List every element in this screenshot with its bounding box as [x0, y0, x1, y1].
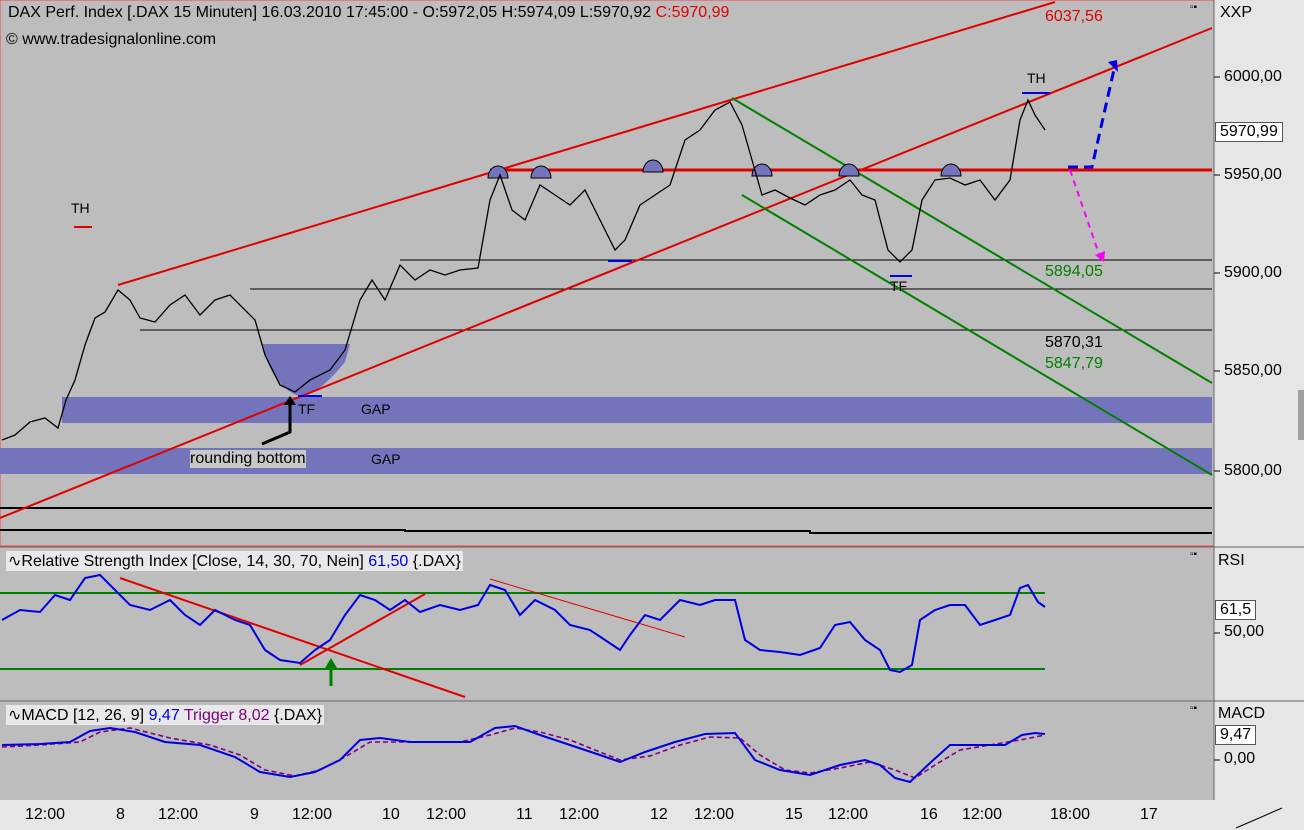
chart-title: DAX Perf. Index [.DAX 15 Minuten] 16.03.…: [8, 4, 730, 21]
y-tick: 5850,00: [1224, 362, 1282, 379]
macd-title: ∿MACD [12, 26, 9] 9,47 Trigger 8,02 {.DA…: [6, 705, 325, 725]
x-tick: 12:00: [292, 806, 333, 823]
x-tick: 12:00: [828, 806, 869, 823]
label-tf-right: TF: [890, 278, 908, 294]
label-gap-2: GAP: [371, 451, 401, 467]
price-axis-name: XXP: [1220, 4, 1253, 21]
x-tick: 9: [250, 806, 259, 823]
rsi-title: ∿Relative Strength Index [Close, 14, 30,…: [6, 551, 463, 571]
label-top-red: 6037,56: [1045, 8, 1103, 25]
rsi-axis-name: RSI: [1218, 552, 1245, 569]
rsi-tick: 50,00: [1224, 623, 1265, 640]
label-th-right: TH: [1027, 70, 1046, 86]
panel-resize-icon[interactable]: ▫▪: [1190, 549, 1197, 560]
y-tick: 5950,00: [1224, 166, 1282, 183]
label-tf-left: TF: [298, 401, 316, 417]
right-axis: [1214, 0, 1304, 800]
chart-window: { "header": { "title": "DAX Perf. Index …: [0, 0, 1304, 830]
x-tick: 15: [785, 806, 803, 823]
label-green-2: 5847,79: [1045, 355, 1103, 372]
x-tick: 10: [382, 806, 400, 823]
copyright-text: © www.tradesignalonline.com: [6, 31, 217, 48]
macd-axis-name: MACD: [1218, 705, 1266, 722]
y-tick: 5900,00: [1224, 264, 1282, 281]
panel-resize-icon[interactable]: ▫▪: [1190, 703, 1197, 714]
scrollbar[interactable]: [1298, 390, 1304, 440]
label-gap-1: GAP: [361, 401, 391, 417]
rsi-value-tag: 61,5: [1215, 600, 1257, 620]
label-green-1: 5894,05: [1045, 263, 1103, 280]
label-th-left: TH: [71, 200, 90, 216]
y-tick: 5800,00: [1224, 462, 1282, 479]
x-tick: 8: [116, 806, 125, 823]
label-black-1: 5870,31: [1045, 334, 1103, 351]
x-tick: 12:00: [962, 806, 1003, 823]
last-price-tag: 5970,99: [1215, 122, 1283, 142]
y-tick: 6000,00: [1224, 68, 1282, 85]
macd-tick: 0,00: [1224, 750, 1256, 767]
x-tick: 16: [920, 806, 938, 823]
panel-resize-icon[interactable]: ▫▪: [1190, 2, 1197, 13]
x-tick: 12: [650, 806, 668, 823]
gap-band-2: [0, 448, 1212, 474]
macd-value-tag: 9,47: [1215, 725, 1257, 745]
x-tick: 12:00: [158, 806, 199, 823]
label-rounding-bottom: rounding bottom: [190, 450, 306, 468]
x-tick: 18:00: [1050, 806, 1091, 823]
x-tick: 12:00: [25, 806, 66, 823]
x-tick: 11: [516, 806, 533, 823]
x-tick: 12:00: [426, 806, 467, 823]
x-tick: 12:00: [559, 806, 600, 823]
x-tick: 12:00: [694, 806, 735, 823]
x-tick: 17: [1140, 806, 1158, 823]
gap-band-1: [62, 397, 1212, 423]
